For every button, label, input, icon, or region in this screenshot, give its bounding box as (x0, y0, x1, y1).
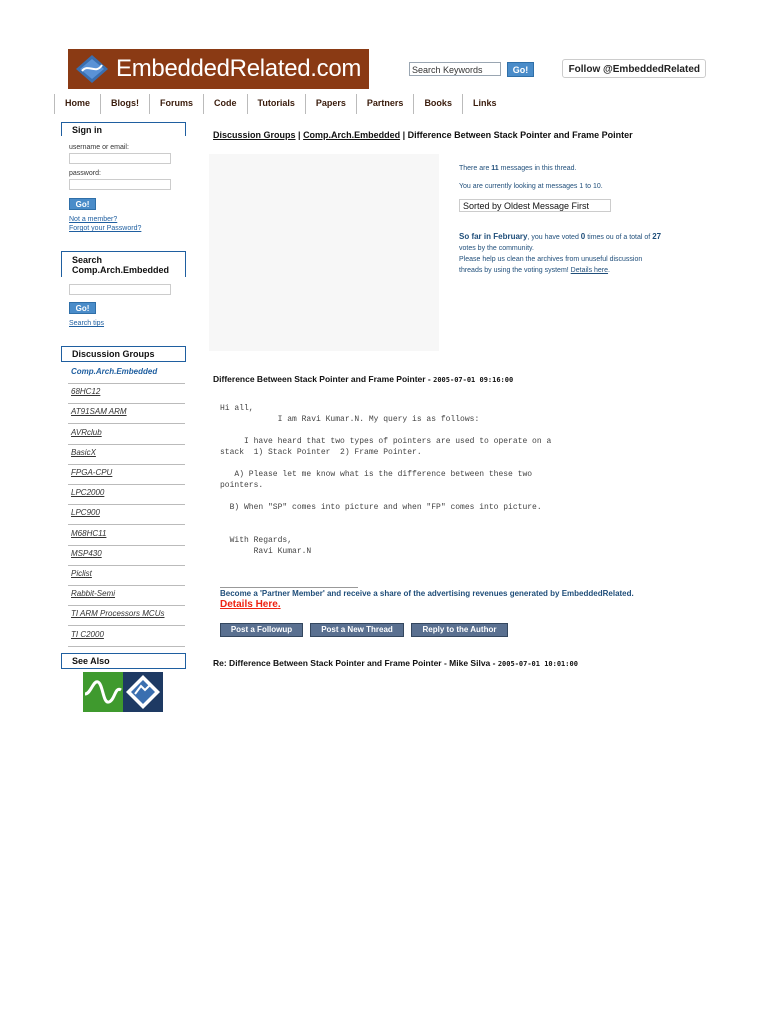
search-group-title-line2: Comp.Arch.Embedded (72, 265, 170, 275)
nav-links[interactable]: Links (461, 94, 507, 114)
reply-to-author-button[interactable]: Reply to the Author (411, 623, 508, 637)
follow-twitter-button[interactable]: Follow @EmbeddedRelated (562, 59, 706, 78)
search-button[interactable]: Go! (507, 62, 534, 77)
post-new-thread-button[interactable]: Post a New Thread (310, 623, 404, 637)
count-prefix: There are (459, 165, 492, 172)
group-link[interactable]: M68HC11 (68, 527, 185, 546)
partner-details-end: . (277, 599, 281, 610)
breadcrumb-separator: | (400, 130, 408, 140)
partner-text: Become a 'Partner Member' and receive a … (220, 589, 634, 598)
search-tips-link[interactable]: Search tips (69, 320, 104, 327)
nav-home[interactable]: Home (54, 94, 100, 114)
sort-order-select[interactable]: Sorted by Oldest Message First (459, 199, 611, 212)
breadcrumb-group[interactable]: Comp.Arch.Embedded (303, 130, 400, 140)
message-title[interactable]: Difference Between Stack Pointer and Fra… (213, 374, 433, 384)
group-link[interactable]: LPC900 (68, 506, 185, 525)
message-date: 2005-07-01 10:01:00 (497, 660, 578, 668)
breadcrumb: Discussion Groups | Comp.Arch.Embedded |… (213, 130, 633, 140)
follow-label: Follow @EmbeddedRelated (568, 64, 700, 75)
post-followup-button[interactable]: Post a Followup (220, 623, 303, 637)
username-label: username or email: (69, 144, 129, 151)
viewing-range-text: You are currently looking at messages 1 … (459, 183, 603, 190)
vote-total: 27 (652, 232, 662, 241)
message-body: Hi all, I am Ravi Kumar.N. My query is a… (220, 404, 552, 556)
logo-text: EmbeddedRelated.com (116, 55, 362, 82)
logo-icon (76, 55, 108, 83)
count-suffix: messages in this thread. (498, 165, 577, 172)
group-link[interactable]: AVRclub (68, 426, 185, 445)
vote-text-line4: threads by using the voting system! (459, 267, 571, 274)
vote-text-end: . (608, 267, 610, 274)
partner-details-link[interactable]: Details Here (220, 599, 278, 610)
discussion-groups-title: Discussion Groups (61, 346, 186, 362)
group-link[interactable]: Rabbit-Semi (68, 587, 185, 606)
breadcrumb-thread-title: Difference Between Stack Pointer and Fra… (407, 130, 633, 140)
search-group-title: Search Comp.Arch.Embedded (61, 251, 186, 277)
search-group-title-line1: Search (72, 255, 103, 265)
password-field[interactable] (69, 179, 171, 190)
vote-text: times ou of a total of (585, 234, 653, 241)
group-link[interactable]: MSP430 (68, 547, 185, 566)
password-label: password: (69, 170, 101, 177)
nav-books[interactable]: Books (413, 94, 462, 114)
message-title[interactable]: Re: Difference Between Stack Pointer and… (213, 658, 498, 668)
signin-button[interactable]: Go! (69, 198, 96, 210)
vote-month: So far in February (459, 232, 528, 241)
site-logo[interactable]: EmbeddedRelated.com (68, 49, 369, 89)
signin-title: Sign in (61, 122, 186, 136)
group-link[interactable]: LPC2000 (68, 486, 185, 505)
vote-text-line2: votes by the community. (459, 245, 534, 252)
message-count-text: There are 11 messages in this thread. (459, 165, 577, 172)
message-count: 11 (491, 165, 499, 172)
message-date: 2005-07-01 09:16:00 (433, 376, 514, 384)
nav-blogs[interactable]: Blogs! (100, 94, 149, 114)
group-link[interactable]: AT91SAM ARM (68, 405, 185, 424)
dsprelated-icon[interactable] (83, 672, 123, 712)
breadcrumb-discussion-groups[interactable]: Discussion Groups (213, 130, 296, 140)
message-header: Re: Difference Between Stack Pointer and… (213, 658, 578, 668)
breadcrumb-separator: | (295, 130, 304, 140)
nav-papers[interactable]: Papers (304, 94, 356, 114)
group-link[interactable]: TI C2000 (68, 628, 185, 647)
main-nav: Home Blogs! Forums Code Tutorials Papers… (54, 94, 506, 114)
vote-text-line3: Please help us clean the archives from u… (459, 256, 643, 263)
nav-forums[interactable]: Forums (149, 94, 203, 114)
voting-info: So far in February, you have voted 0 tim… (459, 231, 661, 276)
search-input[interactable]: Search Keywords (409, 62, 501, 76)
group-search-field[interactable] (69, 284, 171, 295)
nav-tutorials[interactable]: Tutorials (246, 94, 305, 114)
see-also-title: See Also (61, 653, 186, 669)
group-link[interactable]: BasicX (68, 446, 185, 465)
group-link[interactable]: TI ARM Processors MCUs (68, 607, 185, 626)
group-link[interactable]: Comp.Arch.Embedded (68, 365, 185, 384)
message-header: Difference Between Stack Pointer and Fra… (213, 374, 513, 384)
forgot-password-link[interactable]: Forgot your Password? (69, 225, 141, 232)
group-search-button[interactable]: Go! (69, 302, 96, 314)
username-field[interactable] (69, 153, 171, 164)
vote-text: , you have voted (527, 234, 581, 241)
not-member-link[interactable]: Not a member? (69, 216, 117, 223)
voting-details-link[interactable]: Details here (571, 267, 608, 274)
nav-partners[interactable]: Partners (355, 94, 414, 114)
ad-placeholder (209, 154, 439, 351)
nav-code[interactable]: Code (203, 94, 247, 114)
group-link[interactable]: 68HC12 (68, 385, 185, 404)
embeddedrelated-icon[interactable] (123, 672, 163, 712)
group-link[interactable]: FPGA-CPU (68, 466, 185, 485)
group-link[interactable]: Piclist (68, 567, 185, 586)
divider (220, 587, 358, 588)
partner-details: Details Here. (220, 599, 281, 610)
